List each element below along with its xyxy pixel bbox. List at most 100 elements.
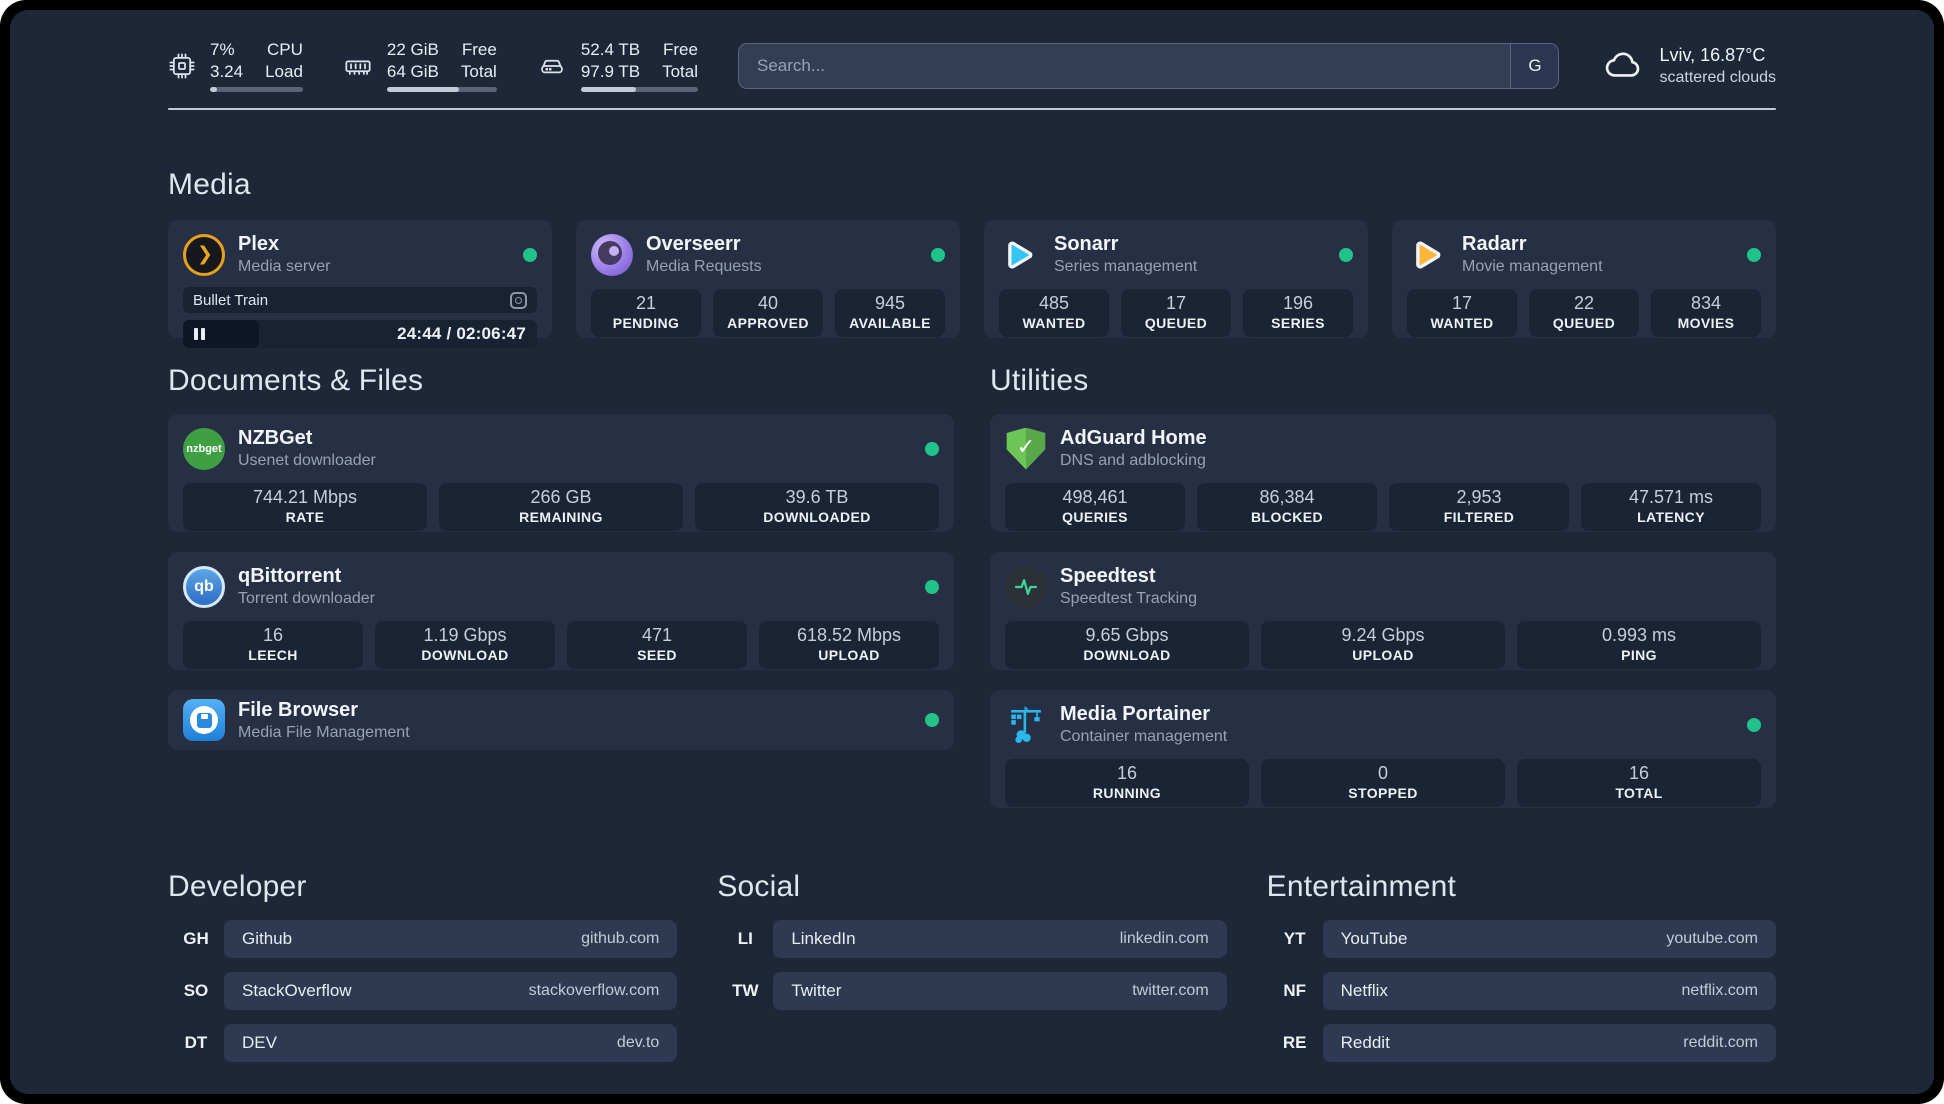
stat-box: 485 WANTED — [999, 289, 1109, 337]
app-desc: Media File Management — [238, 723, 410, 741]
ram-stat: 22 GiB 64 GiB Free Total — [343, 40, 497, 92]
stat-box: 266 GB REMAINING — [439, 483, 683, 531]
cloud-icon — [1603, 46, 1645, 87]
weather-location-temp: Lviv, 16.87°C — [1659, 45, 1766, 65]
stat-box: 744.21 Mbps RATE — [183, 483, 427, 531]
app-desc: Torrent downloader — [238, 590, 375, 607]
link-url: reddit.com — [1683, 1034, 1758, 1051]
stat-box: 471 SEED — [567, 621, 747, 669]
stat-box: 498,461 QUERIES — [1005, 483, 1185, 531]
link-abbr: GH — [168, 920, 224, 958]
section-title-media: Media — [168, 168, 251, 201]
app-card-filebrowser[interactable]: File Browser Media File Management — [168, 690, 954, 750]
link-abbr: SO — [168, 972, 224, 1010]
disk-values: 52.4 TB 97.9 TB — [580, 40, 641, 81]
link-linkedin[interactable]: LI LinkedIn linkedin.com — [717, 920, 1227, 958]
link-stackoverflow[interactable]: SO StackOverflow stackoverflow.com — [168, 972, 678, 1010]
stat-box: 16 LEECH — [183, 621, 363, 669]
stat-box: 17 QUEUED — [1121, 289, 1231, 337]
pause-button[interactable] — [183, 320, 259, 348]
app-name: NZBGet — [238, 427, 313, 449]
stat-box: 47.571 ms LATENCY — [1581, 483, 1761, 531]
app-card-speedtest[interactable]: Speedtest Speedtest Tracking 9.65 Gbps DO… — [990, 552, 1776, 670]
app-name: Radarr — [1462, 233, 1527, 255]
screen-frame: 7% 3.24 CPU Load 22 GiB 64 GiB Free Tota… — [0, 0, 1944, 1104]
section-title-entertainment: Entertainment — [1266, 870, 1457, 903]
link-name: LinkedIn — [791, 929, 856, 948]
app-card-radarr[interactable]: Radarr Movie management 17 WANTED 22 QUEUE… — [1392, 220, 1776, 338]
online-status-dot — [1747, 717, 1761, 732]
stat-box: 0 STOPPED — [1261, 759, 1505, 807]
app-desc: Movie management — [1462, 258, 1603, 275]
link-abbr: DT — [168, 1024, 224, 1062]
app-card-adguard[interactable]: ✓ AdGuard Home DNS and adblocking 498,46… — [990, 414, 1776, 532]
section-title-social: Social — [717, 870, 801, 903]
app-desc: Container management — [1060, 728, 1228, 745]
bookmarks-social: Social LI LinkedIn linkedin.com TW Twitte… — [717, 870, 1227, 1010]
link-url: netflix.com — [1681, 982, 1758, 999]
overseerr-icon — [591, 233, 633, 276]
link-abbr: TW — [717, 972, 774, 1010]
link-name: Github — [242, 929, 293, 948]
ram-progress-bar — [386, 86, 497, 92]
link-reddit[interactable]: RE Reddit reddit.com — [1266, 1024, 1776, 1062]
stat-box: 16 RUNNING — [1005, 759, 1249, 807]
cpu-stat: 7% 3.24 CPU Load — [168, 40, 303, 92]
plex-icon: ❯ — [183, 233, 225, 276]
stat-box: 618.52 Mbps UPLOAD — [759, 621, 939, 669]
link-url: dev.to — [616, 1034, 660, 1051]
stat-box: 16 TOTAL — [1517, 759, 1761, 807]
app-card-sonarr[interactable]: Sonarr Series management 485 WANTED 17 QUE… — [984, 220, 1368, 338]
section-title-utilities: Utilities — [990, 364, 1089, 397]
app-name: Sonarr — [1054, 233, 1119, 255]
link-abbr: RE — [1266, 1024, 1323, 1062]
app-card-qbittorrent[interactable]: qb qBittorrent Torrent downloader 16 LEEC… — [168, 552, 954, 670]
app-card-plex[interactable]: ❯ Plex Media server Bullet Train 24:44 /… — [168, 220, 552, 348]
online-status-dot — [925, 713, 939, 727]
weather-widget: Lviv, 16.87°C scattered clouds — [1603, 45, 1776, 87]
search-engine-button[interactable]: G — [1510, 44, 1559, 88]
link-abbr: NF — [1266, 972, 1323, 1010]
disk-stat: 52.4 TB 97.9 TB Free Total — [537, 40, 698, 92]
app-desc: Media server — [238, 258, 331, 275]
stat-box: 945 AVAILABLE — [835, 289, 945, 337]
link-youtube[interactable]: YT YouTube youtube.com — [1266, 920, 1776, 958]
stat-box: 9.24 Gbps UPLOAD — [1261, 621, 1505, 669]
stat-box: 21 PENDING — [591, 289, 701, 337]
app-card-overseerr[interactable]: Overseerr Media Requests 21 PENDING 40 APP… — [576, 220, 960, 338]
radarr-icon — [1407, 234, 1449, 276]
link-netflix[interactable]: NF Netflix netflix.com — [1266, 972, 1776, 1010]
link-twitter[interactable]: TW Twitter twitter.com — [717, 972, 1227, 1010]
link-url: linkedin.com — [1119, 930, 1209, 947]
now-playing-row: Bullet Train — [183, 287, 537, 313]
disk-labels: Free Total — [662, 40, 698, 81]
app-name: Plex — [238, 233, 280, 255]
link-github[interactable]: GH Github github.com — [168, 920, 678, 958]
link-name: StackOverflow — [242, 981, 352, 1000]
link-name: Reddit — [1340, 1033, 1390, 1052]
stat-box: 1.19 Gbps DOWNLOAD — [375, 621, 555, 669]
link-url: twitter.com — [1132, 982, 1209, 999]
documents-column: Documents & Files nzbget NZBGet Usenet d… — [168, 364, 954, 750]
link-url: github.com — [581, 930, 660, 947]
online-status-dot — [925, 579, 939, 594]
nzbget-icon: nzbget — [183, 427, 225, 470]
link-dev[interactable]: DT DEV dev.to — [168, 1024, 678, 1062]
media-grid: ❯ Plex Media server Bullet Train 24:44 /… — [168, 220, 1776, 348]
sonarr-icon — [999, 234, 1041, 276]
app-name: Overseerr — [646, 233, 741, 255]
app-card-nzbget[interactable]: nzbget NZBGet Usenet downloader 744.21 M… — [168, 414, 954, 532]
qbittorrent-icon: qb — [183, 565, 225, 608]
link-name: YouTube — [1340, 929, 1408, 948]
weather-condition: scattered clouds — [1659, 69, 1776, 86]
app-desc: Series management — [1054, 258, 1198, 275]
app-name: Speedtest — [1060, 565, 1156, 587]
section-title-documents: Documents & Files — [168, 364, 424, 397]
stat-box: 39.6 TB DOWNLOADED — [695, 483, 939, 531]
link-url: stackoverflow.com — [528, 982, 660, 999]
app-card-portainer[interactable]: Media Portainer Container management 16 R… — [990, 690, 1776, 808]
utilities-column: Utilities ✓ AdGuard Home DNS and adblock… — [990, 364, 1776, 808]
search-input[interactable] — [737, 43, 1560, 89]
cpu-progress-bar — [210, 86, 303, 92]
stat-box: 22 QUEUED — [1529, 289, 1639, 337]
